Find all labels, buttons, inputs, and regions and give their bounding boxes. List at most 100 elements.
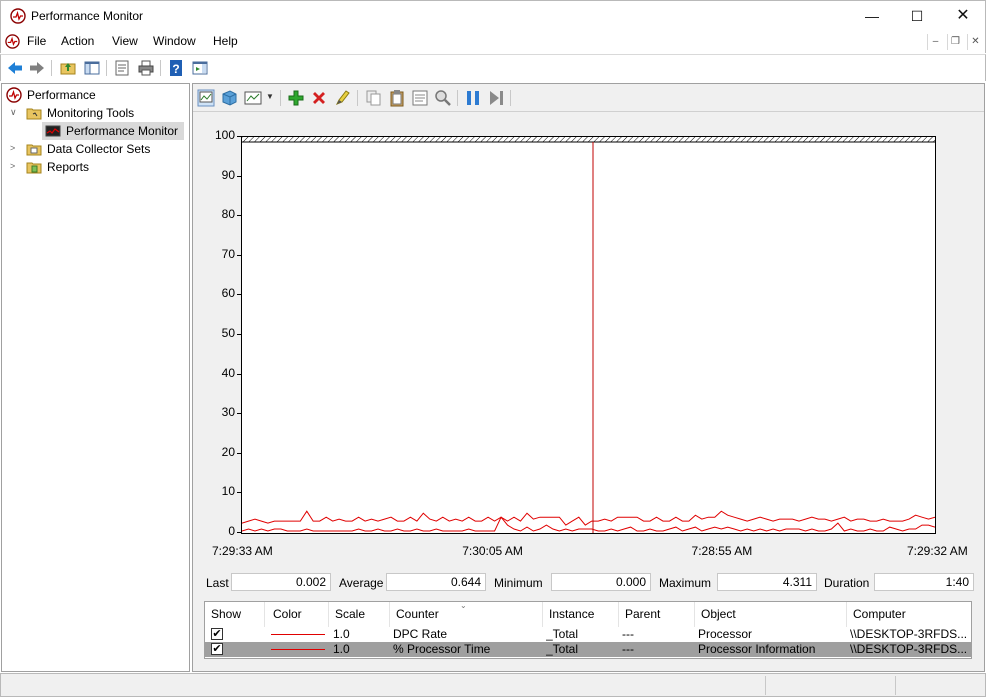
toolbar-separator bbox=[457, 90, 458, 106]
toolbar-separator bbox=[106, 60, 107, 76]
action-pane-icon[interactable] bbox=[191, 59, 209, 77]
header-show[interactable]: Show bbox=[205, 602, 265, 627]
parent-cell: --- bbox=[622, 642, 634, 656]
main-toolbar: ? bbox=[0, 54, 986, 81]
menu-window[interactable]: Window bbox=[153, 34, 196, 48]
sort-chevron-icon: ⌄ bbox=[460, 601, 467, 610]
object-cell: Processor Information bbox=[698, 642, 816, 656]
counter-cell: DPC Rate bbox=[393, 627, 448, 641]
folder-icon bbox=[26, 108, 42, 120]
toolbar-separator bbox=[51, 60, 52, 76]
last-value: 0.002 bbox=[231, 573, 331, 591]
x-tick-label: 7:29:32 AM bbox=[907, 544, 968, 558]
folder-icon bbox=[26, 144, 42, 156]
x-tick-label: 7:29:33 AM bbox=[212, 544, 273, 558]
minimum-value: 0.000 bbox=[551, 573, 651, 591]
perfmon-app-icon bbox=[10, 8, 26, 24]
average-value: 0.644 bbox=[386, 573, 486, 591]
svg-text:?: ? bbox=[172, 62, 179, 76]
menu-help[interactable]: Help bbox=[213, 34, 238, 48]
mdi-close-icon[interactable]: ✕ bbox=[967, 34, 983, 50]
counter-row-selected[interactable]: ✔ 1.0 % Processor Time _Total --- Proces… bbox=[205, 642, 971, 657]
freeze-display-icon[interactable] bbox=[464, 89, 482, 107]
color-swatch bbox=[271, 634, 325, 635]
counter-row[interactable]: ✔ 1.0 DPC Rate _Total --- Processor \\DE… bbox=[205, 627, 971, 642]
perfmon-icon bbox=[6, 87, 22, 103]
header-color[interactable]: Color bbox=[267, 602, 329, 627]
zoom-icon[interactable] bbox=[434, 89, 452, 107]
chevron-down-icon[interactable]: ∨ bbox=[10, 108, 19, 117]
instance-cell: _Total bbox=[546, 642, 579, 656]
header-scale[interactable]: Scale bbox=[329, 602, 390, 627]
tree-label: Performance Monitor bbox=[66, 124, 179, 138]
status-segment bbox=[895, 676, 985, 695]
print-icon[interactable] bbox=[137, 59, 155, 77]
status-bar bbox=[0, 673, 986, 697]
copy-properties-icon[interactable] bbox=[365, 89, 383, 107]
header-computer[interactable]: Computer bbox=[847, 602, 971, 627]
mdi-minimize-icon[interactable]: – bbox=[927, 34, 943, 50]
minimize-button[interactable]: — bbox=[849, 1, 895, 31]
monitor-chart-icon bbox=[45, 125, 61, 137]
header-instance[interactable]: Instance bbox=[543, 602, 619, 627]
parent-cell: --- bbox=[622, 627, 634, 641]
delete-counter-icon[interactable] bbox=[310, 89, 328, 107]
average-label: Average bbox=[339, 576, 384, 590]
change-graph-type-icon[interactable] bbox=[244, 89, 262, 107]
paste-counter-list-icon[interactable] bbox=[388, 89, 406, 107]
update-data-icon[interactable] bbox=[487, 89, 505, 107]
help-icon[interactable]: ? bbox=[167, 59, 185, 77]
scale-cell: 1.0 bbox=[333, 627, 350, 641]
duration-value: 1:40 bbox=[874, 573, 974, 591]
counter-cell: % Processor Time bbox=[393, 642, 491, 656]
maximum-label: Maximum bbox=[659, 576, 712, 590]
menu-view[interactable]: View bbox=[112, 34, 138, 48]
show-checkbox[interactable]: ✔ bbox=[211, 628, 223, 640]
highlight-icon[interactable] bbox=[333, 89, 351, 107]
tree-label: Data Collector Sets bbox=[47, 142, 151, 156]
counter-list: Show Color Scale Counter ⌄ Instance Pare… bbox=[204, 601, 972, 659]
tree-label: Performance bbox=[27, 88, 96, 102]
chevron-right-icon[interactable]: > bbox=[10, 144, 19, 153]
up-folder-icon[interactable] bbox=[59, 59, 77, 77]
chevron-down-icon[interactable]: ▼ bbox=[266, 92, 274, 101]
menu-action[interactable]: Action bbox=[61, 34, 94, 48]
color-swatch bbox=[271, 649, 325, 650]
x-tick-label: 7:30:05 AM bbox=[462, 544, 523, 558]
back-arrow-icon[interactable] bbox=[6, 59, 24, 77]
forward-arrow-icon[interactable] bbox=[28, 59, 46, 77]
add-counter-icon[interactable] bbox=[287, 89, 305, 107]
properties-icon[interactable] bbox=[411, 89, 429, 107]
folder-icon bbox=[26, 162, 42, 174]
tree-item-data-collector-sets[interactable]: > Data Collector Sets bbox=[2, 140, 189, 158]
minimum-label: Minimum bbox=[494, 576, 543, 590]
view-log-data-icon[interactable] bbox=[220, 89, 238, 107]
chevron-right-icon[interactable]: > bbox=[10, 162, 19, 171]
toolbar-separator bbox=[280, 90, 281, 106]
maximum-value: 4.311 bbox=[717, 573, 817, 591]
tree-label: Monitoring Tools bbox=[47, 106, 135, 120]
toolbar-separator bbox=[510, 90, 511, 106]
navigation-tree: Performance ∨ Monitoring Tools Performan… bbox=[1, 83, 190, 672]
header-parent[interactable]: Parent bbox=[619, 602, 695, 627]
perfmon-menu-icon[interactable] bbox=[5, 34, 20, 49]
close-button[interactable]: ✕ bbox=[940, 1, 986, 31]
show-hide-tree-icon[interactable] bbox=[83, 59, 101, 77]
window-title: Performance Monitor bbox=[31, 9, 144, 23]
header-object[interactable]: Object bbox=[695, 602, 847, 627]
mdi-restore-icon[interactable]: ❐ bbox=[947, 34, 963, 50]
view-current-activity-icon[interactable] bbox=[197, 89, 215, 107]
tree-item-reports[interactable]: > Reports bbox=[2, 158, 189, 176]
menu-bar: File Action View Window Help – ❐ ✕ bbox=[0, 31, 986, 53]
properties-icon[interactable] bbox=[113, 59, 131, 77]
tree-item-performance-monitor[interactable]: Performance Monitor bbox=[42, 122, 184, 140]
status-segment bbox=[765, 676, 895, 695]
x-axis-labels: 7:29:33 AM 7:30:05 AM 7:28:55 AM 7:29:32 AM bbox=[193, 114, 984, 569]
maximize-button[interactable]: ☐ bbox=[894, 1, 940, 31]
tree-item-monitoring-tools[interactable]: ∨ Monitoring Tools bbox=[2, 104, 189, 122]
graph-toolbar: ▼ bbox=[193, 84, 984, 112]
menu-file[interactable]: File bbox=[27, 34, 46, 48]
tree-item-performance[interactable]: Performance bbox=[2, 86, 189, 104]
show-checkbox[interactable]: ✔ bbox=[211, 643, 223, 655]
last-label: Last bbox=[206, 576, 229, 590]
